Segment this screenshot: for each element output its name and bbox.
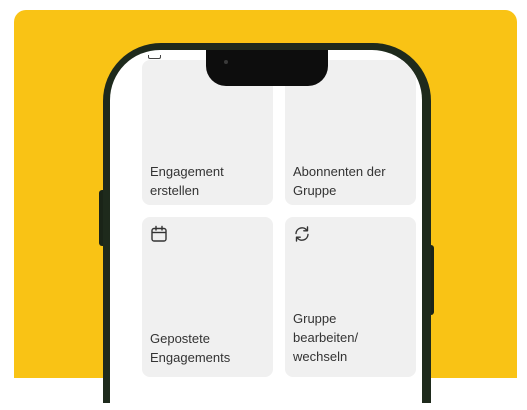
refresh-icon [295, 226, 309, 242]
partial-icon [148, 55, 161, 59]
tile-label: Abonnenten der Gruppe [293, 164, 386, 198]
tile-label: Gruppe bearbeiten/ wechseln [293, 311, 359, 364]
camera-icon [224, 60, 228, 64]
phone-screen: Engagement erstellen Abonnenten der Grup… [110, 50, 422, 410]
tile-label: Engagement erstellen [150, 164, 224, 198]
phone-frame: Engagement erstellen Abonnenten der Grup… [103, 43, 431, 410]
calendar-icon [151, 225, 167, 242]
tile-label: Gepostete Engagements [150, 331, 231, 365]
tile-posted-engagements[interactable]: Gepostete Engagements [142, 217, 273, 377]
tile-edit-switch-group[interactable]: Gruppe bearbeiten/ wechseln [285, 217, 416, 377]
phone-notch [206, 50, 328, 86]
